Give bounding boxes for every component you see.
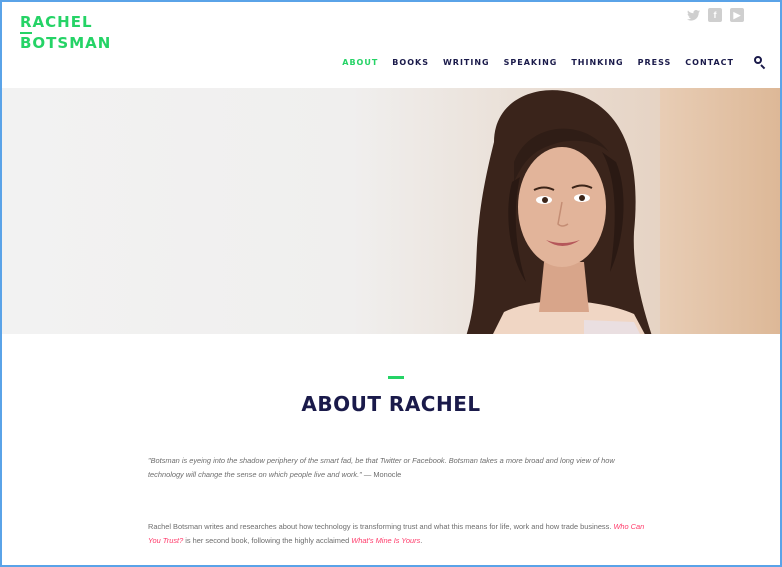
hero-banner — [2, 88, 780, 334]
youtube-icon[interactable]: ▶ — [730, 8, 744, 22]
site-logo[interactable]: RACHEL BOTSMAN — [20, 14, 111, 52]
search-icon[interactable] — [754, 56, 766, 70]
nav-item-books[interactable]: BOOKS — [392, 58, 429, 67]
about-quote: "Botsman is eyeing into the shadow perip… — [148, 454, 648, 482]
section-accent-dash — [388, 376, 404, 379]
about-title: ABOUT RACHEL — [301, 392, 481, 416]
nav-item-thinking[interactable]: THINKING — [571, 58, 623, 67]
nav-item-press[interactable]: PRESS — [638, 58, 672, 67]
bio-book-link-2[interactable]: What's Mine Is Yours — [351, 536, 420, 545]
nav-item-about[interactable]: ABOUT — [342, 58, 378, 67]
logo-line-2: BOTSMAN — [20, 34, 112, 52]
nav-item-contact[interactable]: CONTACT — [685, 58, 734, 67]
about-bio: Rachel Botsman writes and researches abo… — [148, 520, 658, 548]
instagram-icon[interactable] — [752, 8, 766, 22]
main-nav: ABOUT BOOKS WRITING SPEAKING THINKING PR… — [342, 56, 766, 70]
hero-background-wall — [660, 88, 780, 334]
nav-item-writing[interactable]: WRITING — [443, 58, 490, 67]
bio-text-mid: is her second book, following the highly… — [183, 536, 352, 545]
quote-source: — Monocle — [363, 470, 402, 479]
site-header: RACHEL BOTSMAN f ▶ ABOUT BOOKS WRITING S… — [2, 2, 780, 88]
logo-line-1: RACHEL — [20, 13, 93, 31]
bio-text: Rachel Botsman writes and researches abo… — [148, 522, 614, 531]
portrait-photo — [466, 90, 652, 334]
browser-frame: RACHEL BOTSMAN f ▶ ABOUT BOOKS WRITING S… — [0, 0, 782, 567]
twitter-icon[interactable] — [686, 8, 700, 22]
facebook-icon[interactable]: f — [708, 8, 722, 22]
social-links: f ▶ — [686, 8, 766, 22]
nav-item-speaking[interactable]: SPEAKING — [504, 58, 558, 67]
bio-text-end: . — [420, 536, 423, 545]
